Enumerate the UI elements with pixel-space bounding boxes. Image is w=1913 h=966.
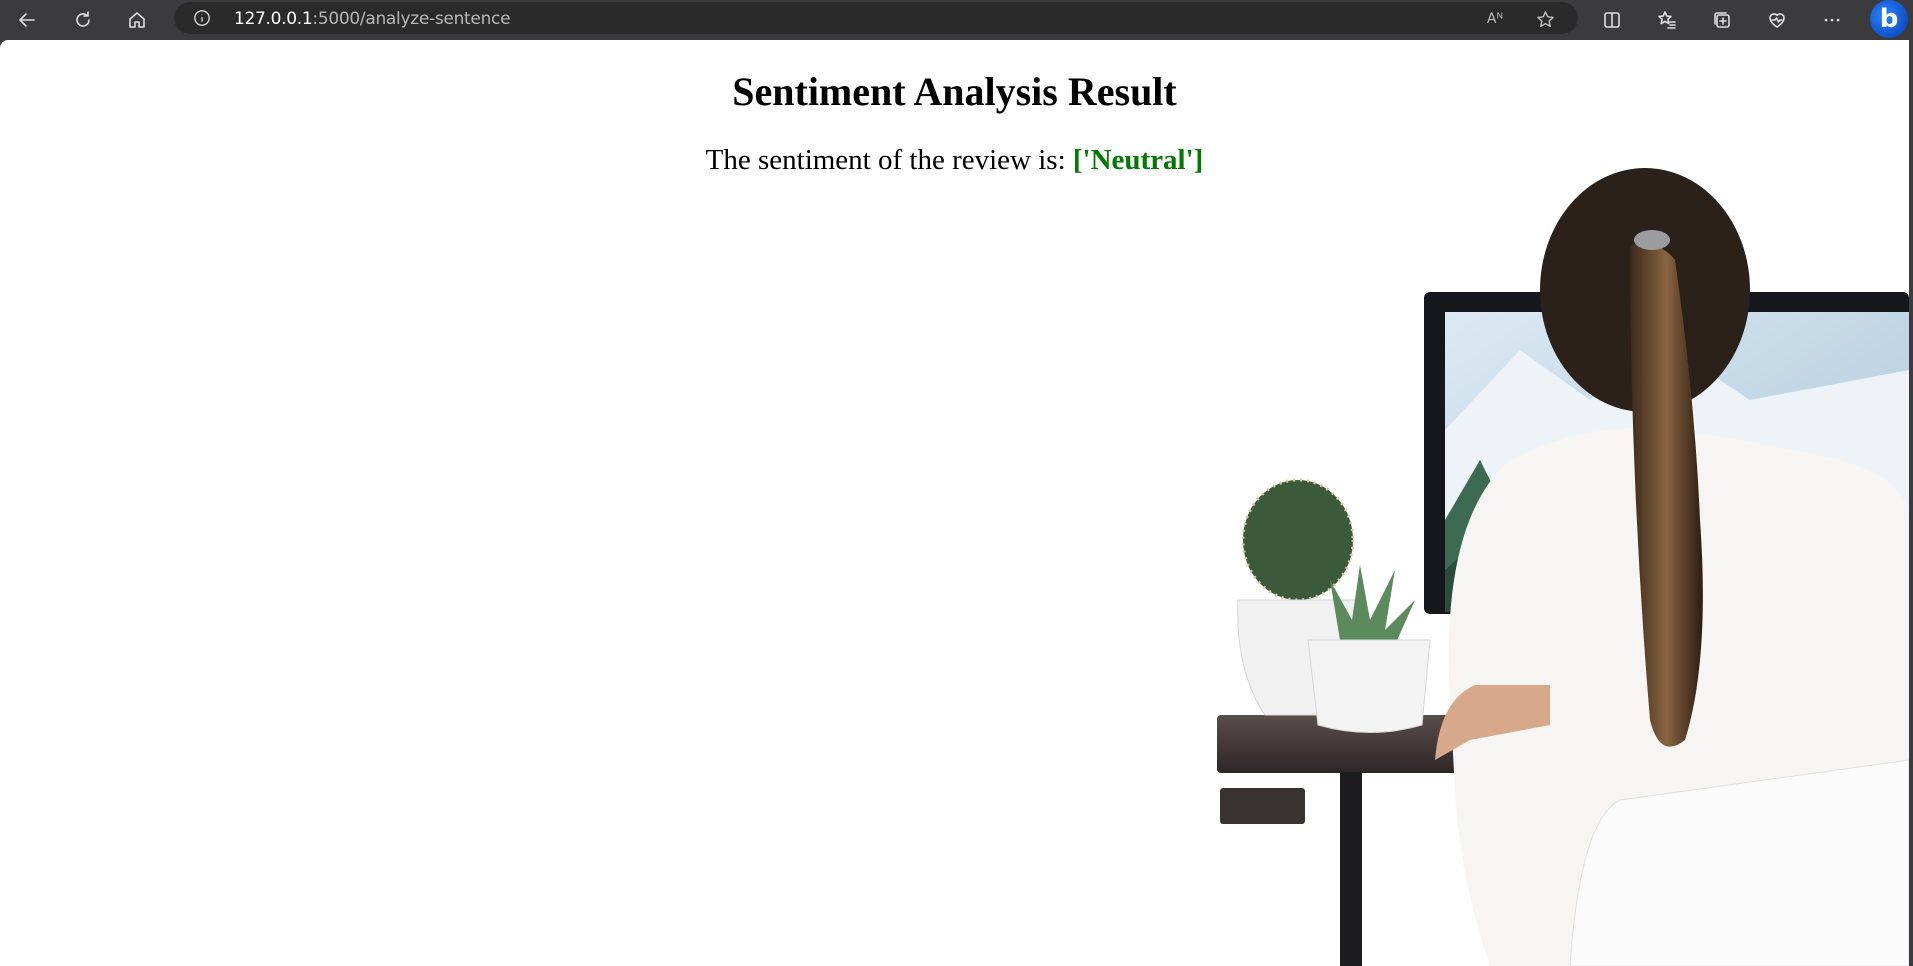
favorite-star-icon bbox=[1536, 10, 1554, 27]
back-icon bbox=[19, 13, 35, 27]
url-path: :5000/analyze-sentence bbox=[312, 9, 511, 29]
address-bar[interactable]: 127.0.0.1:5000/analyze-sentence Aᴺ bbox=[174, 2, 1578, 34]
home-icon bbox=[129, 12, 145, 28]
split-screen-button[interactable] bbox=[1596, 4, 1628, 36]
home-button[interactable] bbox=[121, 4, 153, 36]
page-viewport: Sentiment Analysis Result The sentiment … bbox=[0, 40, 1909, 966]
bing-copilot-button[interactable]: b bbox=[1870, 0, 1908, 38]
refresh-button[interactable] bbox=[67, 4, 99, 36]
url-text[interactable]: 127.0.0.1:5000/analyze-sentence bbox=[234, 9, 511, 29]
read-aloud-button[interactable]: Aᴺ bbox=[1484, 8, 1506, 30]
browser-essentials-icon bbox=[1769, 13, 1785, 28]
collections-icon bbox=[1714, 12, 1730, 28]
collections-button[interactable] bbox=[1706, 4, 1738, 36]
more-menu-button[interactable] bbox=[1816, 4, 1848, 36]
browser-toolbar: 127.0.0.1:5000/analyze-sentence Aᴺ b bbox=[0, 0, 1913, 40]
browser-essentials-button[interactable] bbox=[1761, 4, 1793, 36]
refresh-icon bbox=[76, 11, 90, 27]
info-icon bbox=[194, 10, 210, 26]
bing-copilot-icon: b bbox=[1879, 4, 1899, 34]
read-aloud-icon: Aᴺ bbox=[1486, 11, 1504, 27]
site-info-button[interactable] bbox=[192, 8, 212, 28]
favorites-button[interactable] bbox=[1651, 4, 1683, 36]
split-screen-icon bbox=[1604, 12, 1620, 28]
url-host: 127.0.0.1 bbox=[234, 9, 313, 29]
back-button[interactable] bbox=[11, 4, 43, 36]
sentiment-result: ['Neutral'] bbox=[1072, 144, 1204, 176]
woman-at-desk-illustration bbox=[1217, 168, 1909, 966]
result-prefix: The sentiment of the review is: bbox=[705, 144, 1073, 176]
more-icon bbox=[1824, 18, 1840, 22]
add-favorite-button[interactable] bbox=[1534, 8, 1556, 30]
favorites-icon bbox=[1658, 11, 1676, 29]
